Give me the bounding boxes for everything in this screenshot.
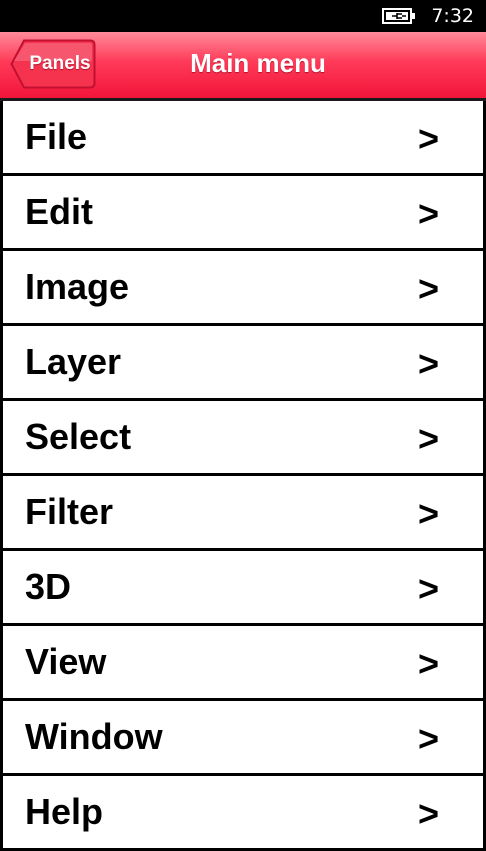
menu-item-label: Image (25, 266, 130, 307)
menu-item-label: View (25, 641, 107, 682)
app-header: Panels Main menu (0, 32, 486, 101)
menu-item-layer[interactable]: Layer > (0, 326, 486, 401)
menu-item-3d[interactable]: 3D > (0, 551, 486, 626)
menu-item-label: Help (25, 791, 104, 832)
menu-item-image[interactable]: Image > (0, 251, 486, 326)
chevron-right-icon: > (417, 268, 439, 309)
menu-item-view[interactable]: View > (0, 626, 486, 701)
menu-item-filter[interactable]: Filter > (0, 476, 486, 551)
menu-item-window[interactable]: Window > (0, 701, 486, 776)
chevron-right-icon: > (417, 643, 439, 684)
chevron-right-icon: > (417, 793, 439, 834)
menu-item-edit[interactable]: Edit > (0, 176, 486, 251)
chevron-right-icon: > (417, 193, 439, 234)
menu-item-label: Select (25, 416, 132, 457)
chevron-right-icon: > (417, 343, 439, 384)
chevron-right-icon: > (417, 718, 439, 759)
menu-item-file[interactable]: File > (0, 101, 486, 176)
status-time: 7:32 (431, 5, 474, 27)
status-bar: 7:32 (0, 0, 486, 32)
back-button[interactable]: Panels (10, 39, 96, 89)
menu-item-label: Filter (25, 491, 114, 532)
menu-item-label: Layer (25, 341, 122, 382)
chevron-right-icon: > (417, 418, 439, 459)
menu-item-label: Window (25, 716, 163, 757)
menu-item-select[interactable]: Select > (0, 401, 486, 476)
menu-item-label: Edit (25, 191, 93, 232)
menu-item-label: 3D (25, 566, 72, 607)
chevron-right-icon: > (417, 118, 439, 159)
back-button-label: Panels (29, 53, 91, 74)
main-menu-list: File > Edit > Image > Layer > Select > F… (0, 101, 486, 851)
menu-item-label: File (25, 116, 88, 157)
menu-item-help[interactable]: Help > (0, 776, 486, 851)
page-title: Main menu (190, 48, 326, 78)
battery-charging-icon (382, 8, 415, 24)
chevron-right-icon: > (417, 493, 439, 534)
chevron-right-icon: > (417, 568, 439, 609)
